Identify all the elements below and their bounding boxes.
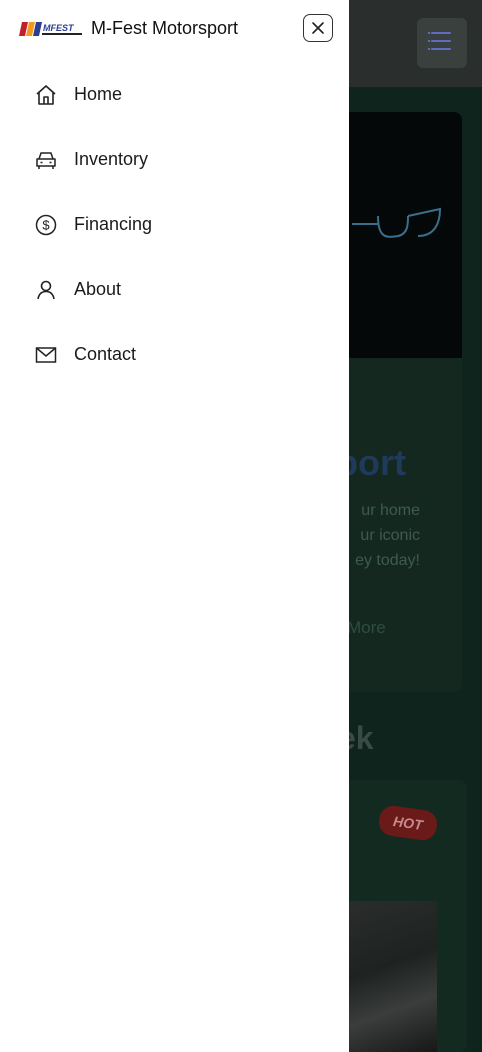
nav-item-contact[interactable]: Contact xyxy=(0,322,349,387)
nav-label: Contact xyxy=(74,344,137,364)
svg-text:MFEST: MFEST xyxy=(43,23,75,33)
nav-item-financing[interactable]: $ Financing xyxy=(0,192,349,257)
close-button[interactable] xyxy=(303,14,333,42)
svg-text:$: $ xyxy=(42,217,50,232)
nav-drawer: MFEST M-Fest Motorsport Home Inventory $ xyxy=(0,0,349,1052)
home-icon xyxy=(34,83,58,107)
nav-label: Financing xyxy=(74,214,153,234)
close-icon xyxy=(312,22,324,34)
hero-card: port ur home ur iconic ey today! More xyxy=(330,112,462,692)
headlight-graphic xyxy=(352,207,442,238)
mail-icon xyxy=(34,343,58,367)
nav-item-about[interactable]: About xyxy=(0,257,349,322)
hero-link[interactable]: More xyxy=(347,618,386,638)
nav-list: Home Inventory $ Financing About Contact xyxy=(0,62,349,387)
nav-label: Home xyxy=(74,84,123,104)
nav-label: About xyxy=(74,279,122,299)
dollar-icon: $ xyxy=(34,213,58,237)
car-icon xyxy=(34,148,58,172)
mfest-logo: MFEST xyxy=(18,19,82,39)
nav-label: Inventory xyxy=(74,149,149,169)
brand-name: M-Fest Motorsport xyxy=(91,18,239,38)
menu-icon xyxy=(428,32,430,34)
nav-item-home[interactable]: Home xyxy=(0,62,349,127)
menu-button[interactable] xyxy=(417,18,467,68)
brand[interactable]: MFEST M-Fest Motorsport xyxy=(18,18,238,39)
nav-item-inventory[interactable]: Inventory xyxy=(0,127,349,192)
hero-image xyxy=(330,112,462,358)
user-icon xyxy=(34,278,58,302)
